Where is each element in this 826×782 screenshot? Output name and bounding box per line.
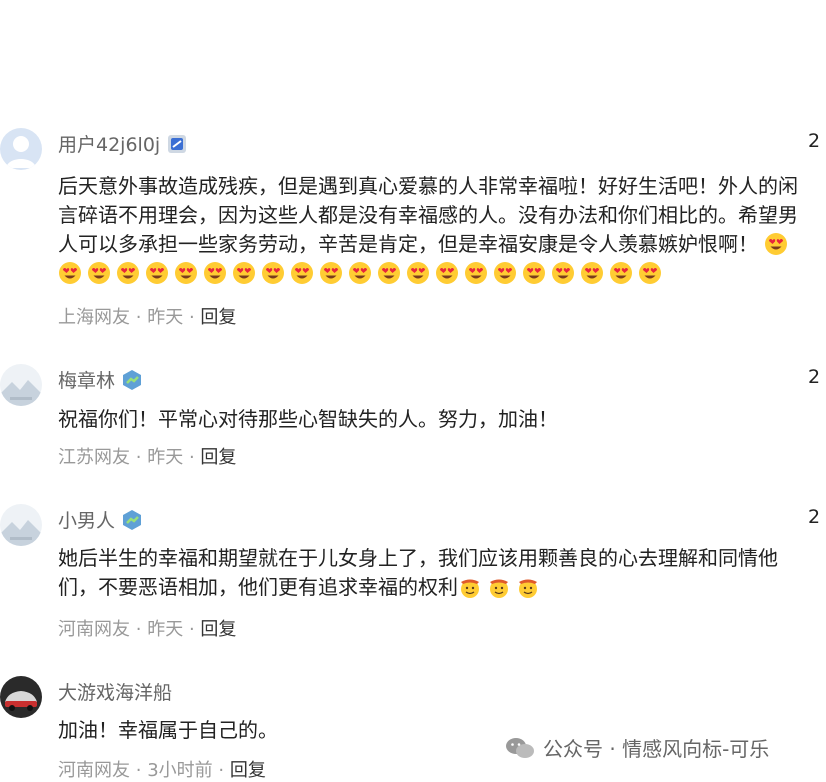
username-text[interactable]: 用户42j6l0j	[58, 130, 160, 157]
username-text[interactable]: 大游戏海洋船	[58, 678, 172, 705]
heart-eyes-emoji-icon	[204, 262, 226, 284]
comment-text-line: 加油！幸福属于自己的。	[58, 718, 278, 742]
comment-time: 3小时前	[147, 760, 213, 781]
heart-eyes-emoji-icon	[581, 262, 603, 284]
landscape-avatar-icon	[0, 504, 42, 546]
heart-eyes-emoji-icon	[407, 262, 429, 284]
reply-button[interactable]: 回复	[230, 760, 266, 781]
comment-meta: 江苏网友 · 昨天 · 回复	[58, 443, 236, 469]
separator: ·	[135, 619, 142, 640]
cowboy-face-emoji-icon	[490, 579, 508, 598]
heart-eyes-emoji-icon	[117, 262, 139, 284]
wechat-icon	[506, 737, 534, 758]
heart-eyes-emoji-icon	[262, 262, 284, 284]
heart-eyes-emoji-icon	[233, 262, 255, 284]
watermark: 公众号 · 情感风向标-可乐	[505, 733, 769, 762]
user-level-badge-icon	[123, 509, 142, 530]
heart-eyes-emoji-icon	[552, 262, 574, 284]
comment-time: 昨天	[147, 307, 184, 328]
comment-text: 后天意外事故造成残疾，但是遇到真心爱慕的人非常幸福啦！好好生活吧！外人的闲 言碎…	[58, 172, 818, 288]
avatar[interactable]	[0, 128, 42, 170]
heart-eyes-emoji-icon	[436, 262, 458, 284]
avatar[interactable]	[0, 364, 42, 406]
separator: ·	[135, 307, 142, 328]
comment-username[interactable]: 梅章林	[58, 366, 143, 393]
comment-text-line: 祝福你们！平常心对待那些心智缺失的人。努力，加油！	[58, 407, 558, 431]
comment-location: 上海网友	[58, 307, 130, 328]
heart-eyes-emoji-icon	[59, 262, 81, 284]
like-count[interactable]: 2	[808, 130, 820, 152]
comment-text-line: 她后半生的幸福和期望就在于儿女身上了，我们应该用颗善良的心去理解和同情他	[58, 546, 778, 570]
heart-eyes-emoji-icon	[639, 262, 661, 284]
reply-button[interactable]: 回复	[200, 307, 236, 328]
separator: ·	[135, 447, 142, 468]
heart-eyes-emoji-icon	[146, 262, 168, 284]
heart-eyes-emoji-icon	[349, 262, 371, 284]
heart-eyes-emoji-icon	[291, 262, 313, 284]
emoji-row	[458, 575, 545, 599]
heart-eyes-emoji-icon	[494, 262, 516, 284]
heart-eyes-emoji-icon	[765, 233, 788, 255]
comment-username[interactable]: 大游戏海洋船	[58, 678, 172, 705]
heart-eyes-emoji-icon	[465, 262, 487, 284]
comment-text-line: 人可以多承担一些家务劳动，辛苦是肯定，但是幸福安康是令人羡慕嫉妒恨啊！	[58, 232, 758, 256]
user-level-badge-icon	[168, 134, 187, 153]
comment-meta: 上海网友 · 昨天 · 回复	[58, 303, 236, 329]
separator: ·	[135, 760, 142, 781]
avatar[interactable]	[0, 504, 42, 546]
comment-text-line: 言碎语不用理会，因为这些人都是没有幸福感的人。没有办法和你们相比的。希望男	[58, 203, 798, 227]
separator: ·	[188, 619, 195, 640]
separator: ·	[188, 307, 195, 328]
heart-eyes-emoji-icon	[523, 262, 545, 284]
comment-text-line: 们，不要恶语相加，他们更有追求幸福的权利	[58, 575, 458, 599]
comment-meta: 河南网友 · 3小时前 · 回复	[58, 756, 266, 782]
like-count[interactable]: 2	[808, 506, 820, 528]
comment-username[interactable]: 小男人	[58, 506, 143, 533]
comment-text-line: 后天意外事故造成残疾，但是遇到真心爱慕的人非常幸福啦！好好生活吧！外人的闲	[58, 174, 798, 198]
heart-eyes-emoji-icon	[378, 262, 400, 284]
heart-eyes-emoji-icon	[610, 262, 632, 284]
username-text[interactable]: 梅章林	[58, 366, 115, 393]
comment-time: 昨天	[147, 447, 184, 468]
comment-meta: 河南网友 · 昨天 · 回复	[58, 615, 236, 641]
comment-username[interactable]: 用户42j6l0j	[58, 130, 188, 157]
comment-text: 她后半生的幸福和期望就在于儿女身上了，我们应该用颗善良的心去理解和同情他 们，不…	[58, 544, 818, 602]
user-level-badge-icon	[123, 369, 142, 390]
cowboy-face-emoji-icon	[519, 579, 537, 598]
car-avatar-icon	[0, 676, 42, 718]
watermark-text: 公众号 · 情感风向标-可乐	[543, 737, 770, 761]
heart-eyes-emoji-icon	[175, 262, 197, 284]
username-text[interactable]: 小男人	[58, 506, 115, 533]
like-count[interactable]: 2	[808, 366, 820, 388]
heart-eyes-emoji-icon	[88, 262, 110, 284]
separator: ·	[218, 760, 225, 781]
comment-text: 祝福你们！平常心对待那些心智缺失的人。努力，加油！	[58, 405, 818, 434]
separator: ·	[188, 447, 195, 468]
comment-location: 河南网友	[58, 760, 130, 781]
heart-eyes-emoji-icon	[320, 262, 342, 284]
avatar[interactable]	[0, 676, 42, 718]
reply-button[interactable]: 回复	[200, 447, 236, 468]
reply-button[interactable]: 回复	[200, 619, 236, 640]
comment-location: 江苏网友	[58, 447, 130, 468]
comment-time: 昨天	[147, 619, 184, 640]
landscape-avatar-icon	[0, 364, 42, 406]
cowboy-face-emoji-icon	[461, 579, 479, 598]
default-avatar-icon	[0, 128, 42, 170]
comment-location: 河南网友	[58, 619, 130, 640]
